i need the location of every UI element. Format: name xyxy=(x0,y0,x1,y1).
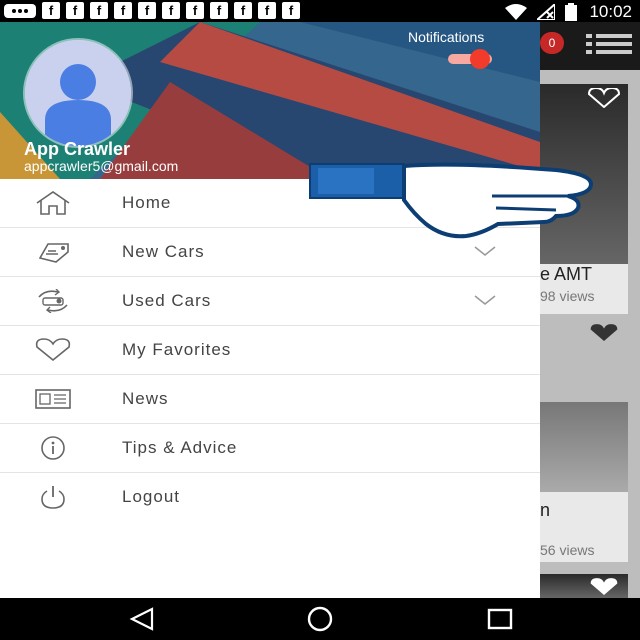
heart-icon[interactable] xyxy=(588,578,620,596)
avatar[interactable] xyxy=(25,40,131,146)
menu-label: Tips & Advice xyxy=(122,438,238,457)
notification-badge[interactable]: 0 xyxy=(540,32,564,54)
home-circle-icon[interactable] xyxy=(304,606,336,632)
car-card-title: e AMT xyxy=(540,264,593,284)
home-icon xyxy=(36,191,70,215)
notifications-toggle[interactable] xyxy=(448,49,500,69)
facebook-icon: f xyxy=(234,2,252,19)
status-bar: f f f f f f f f f f f 10:02 xyxy=(0,0,640,22)
heart-icon[interactable] xyxy=(588,324,620,342)
facebook-icon: f xyxy=(42,2,60,19)
menu-label: New Cars xyxy=(122,242,205,261)
facebook-icon: f xyxy=(258,2,276,19)
toggle-knob xyxy=(470,49,490,69)
chevron-down-icon[interactable] xyxy=(474,295,496,307)
facebook-icon: f xyxy=(66,2,84,19)
pointing-hand-icon xyxy=(309,162,594,239)
menu-item-used-cars[interactable]: Used Cars xyxy=(0,277,540,326)
power-icon xyxy=(41,486,65,509)
wifi-icon xyxy=(505,4,528,20)
user-email: appcrawler5@gmail.com xyxy=(24,158,179,174)
menu-item-news[interactable]: News xyxy=(0,375,540,424)
menu-item-my-favorites[interactable]: My Favorites xyxy=(0,326,540,375)
menu-label: My Favorites xyxy=(122,340,232,359)
facebook-icon: f xyxy=(210,2,228,19)
notification-icons: f f f f f f f f f f f xyxy=(4,2,300,19)
car-tag-icon xyxy=(38,243,69,263)
facebook-icon: f xyxy=(90,2,108,19)
recents-icon[interactable] xyxy=(484,606,516,632)
facebook-icon: f xyxy=(186,2,204,19)
chevron-down-icon[interactable] xyxy=(474,246,496,258)
no-signal-icon xyxy=(537,4,556,20)
car-card-title: n xyxy=(540,500,551,520)
battery-icon xyxy=(565,3,578,21)
menu-item-tips-advice[interactable]: Tips & Advice xyxy=(0,424,540,473)
menu-icon[interactable] xyxy=(586,34,632,54)
menu-label: Logout xyxy=(122,487,180,506)
heart-icon xyxy=(35,338,71,362)
menu-label: Home xyxy=(122,193,172,212)
car-exchange-icon xyxy=(38,289,68,313)
drawer-header: Notifications App Crawler appcrawler5@gm… xyxy=(0,22,540,179)
navigation-bar xyxy=(0,598,640,640)
news-icon xyxy=(35,389,71,409)
heart-icon[interactable] xyxy=(586,88,622,108)
car-card-views: 56 views xyxy=(540,542,595,558)
menu-label: Used Cars xyxy=(122,291,212,310)
messages-icon xyxy=(4,3,36,18)
clock: 10:02 xyxy=(589,2,632,21)
notifications-label: Notifications xyxy=(408,29,485,45)
facebook-icon: f xyxy=(282,2,300,19)
navigation-drawer: Notifications App Crawler appcrawler5@gm… xyxy=(0,22,540,598)
facebook-icon: f xyxy=(162,2,180,19)
back-icon[interactable] xyxy=(126,606,158,632)
facebook-icon: f xyxy=(114,2,132,19)
person-icon xyxy=(25,40,131,146)
car-image[interactable] xyxy=(540,402,628,492)
car-card-views: 98 views xyxy=(540,288,595,304)
info-icon xyxy=(41,436,65,460)
facebook-icon: f xyxy=(138,2,156,19)
menu-item-logout[interactable]: Logout xyxy=(0,473,540,521)
user-name: App Crawler xyxy=(24,139,131,159)
menu-label: News xyxy=(122,389,169,408)
